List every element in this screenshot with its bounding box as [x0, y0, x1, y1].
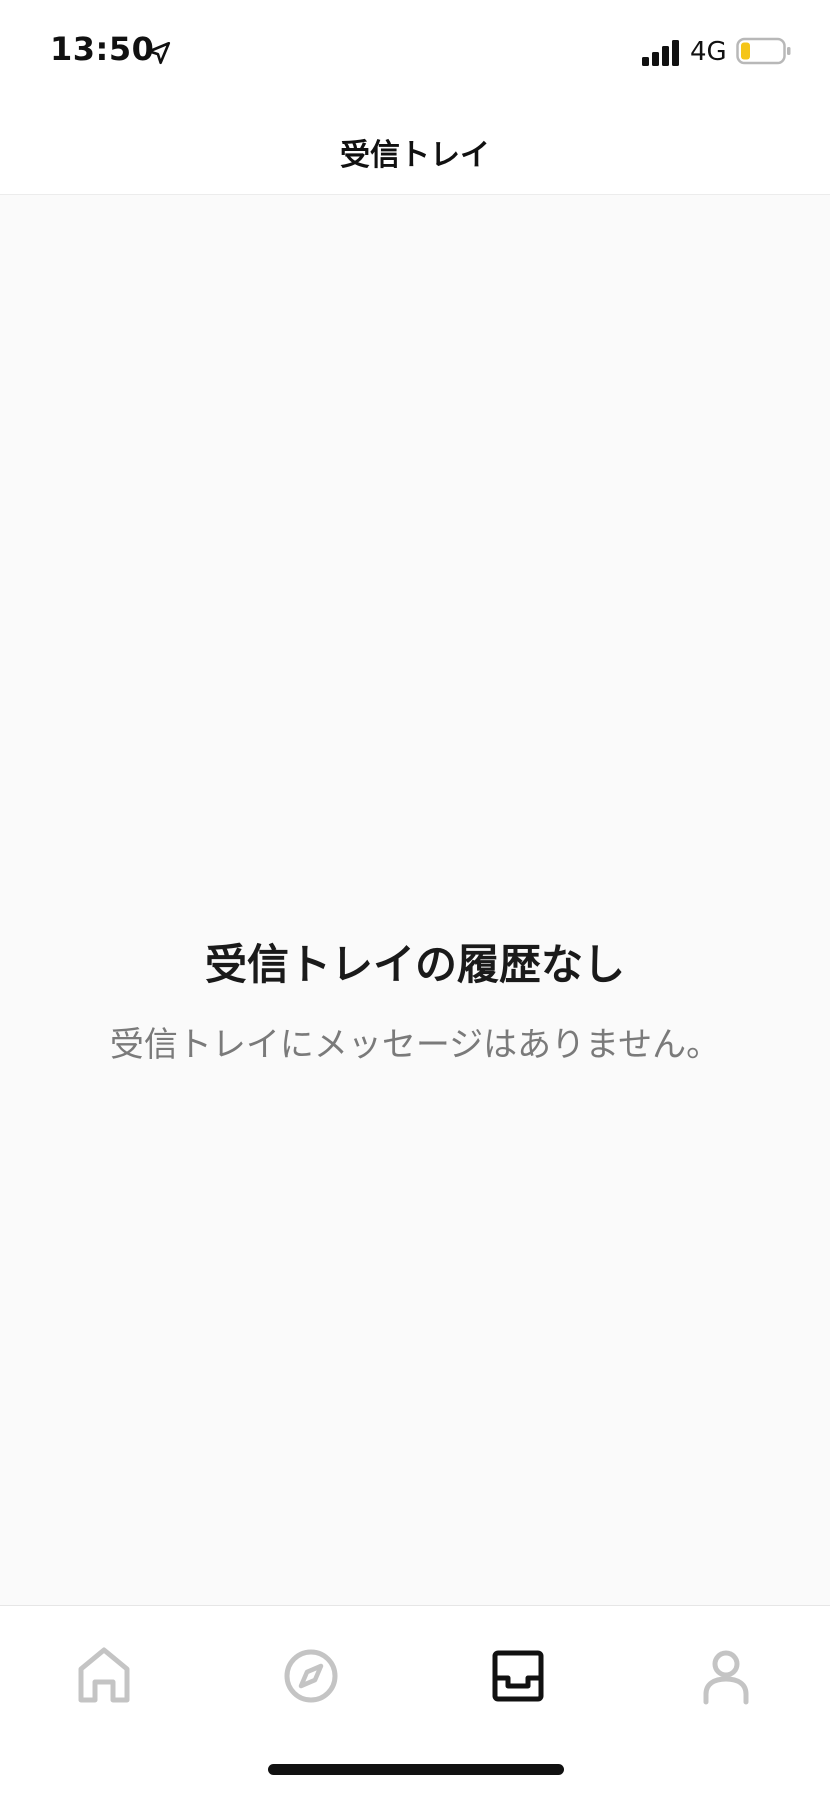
tab-profile[interactable]: [686, 1636, 766, 1716]
profile-icon: [703, 1650, 749, 1705]
network-type-label: 4G: [690, 37, 727, 67]
location-arrow-icon: [147, 41, 171, 65]
empty-state-title: 受信トレイの履歴なし: [204, 940, 625, 989]
status-time: 13:50: [50, 30, 155, 68]
home-icon: [78, 1647, 130, 1703]
tab-home[interactable]: [64, 1636, 144, 1716]
cellular-signal-icon: [642, 40, 679, 66]
home-indicator[interactable]: [268, 1764, 564, 1775]
tab-inbox[interactable]: [478, 1636, 558, 1716]
inbox-screen: 13:50 4G 受信トレイ 受信トレイの履歴なし 受信トレイにメッセージはあり…: [0, 0, 830, 1796]
tab-discover[interactable]: [271, 1636, 351, 1716]
compass-icon: [284, 1649, 338, 1703]
battery-icon: [736, 37, 791, 65]
inbox-content: 受信トレイの履歴なし 受信トレイにメッセージはありません。: [0, 195, 830, 1605]
page-title: 受信トレイ: [340, 138, 490, 173]
nav-header: 受信トレイ: [0, 100, 830, 195]
empty-state-message: 受信トレイにメッセージはありません。: [109, 1025, 721, 1065]
inbox-icon: [492, 1650, 544, 1702]
status-bar: 13:50 4G: [0, 0, 830, 100]
